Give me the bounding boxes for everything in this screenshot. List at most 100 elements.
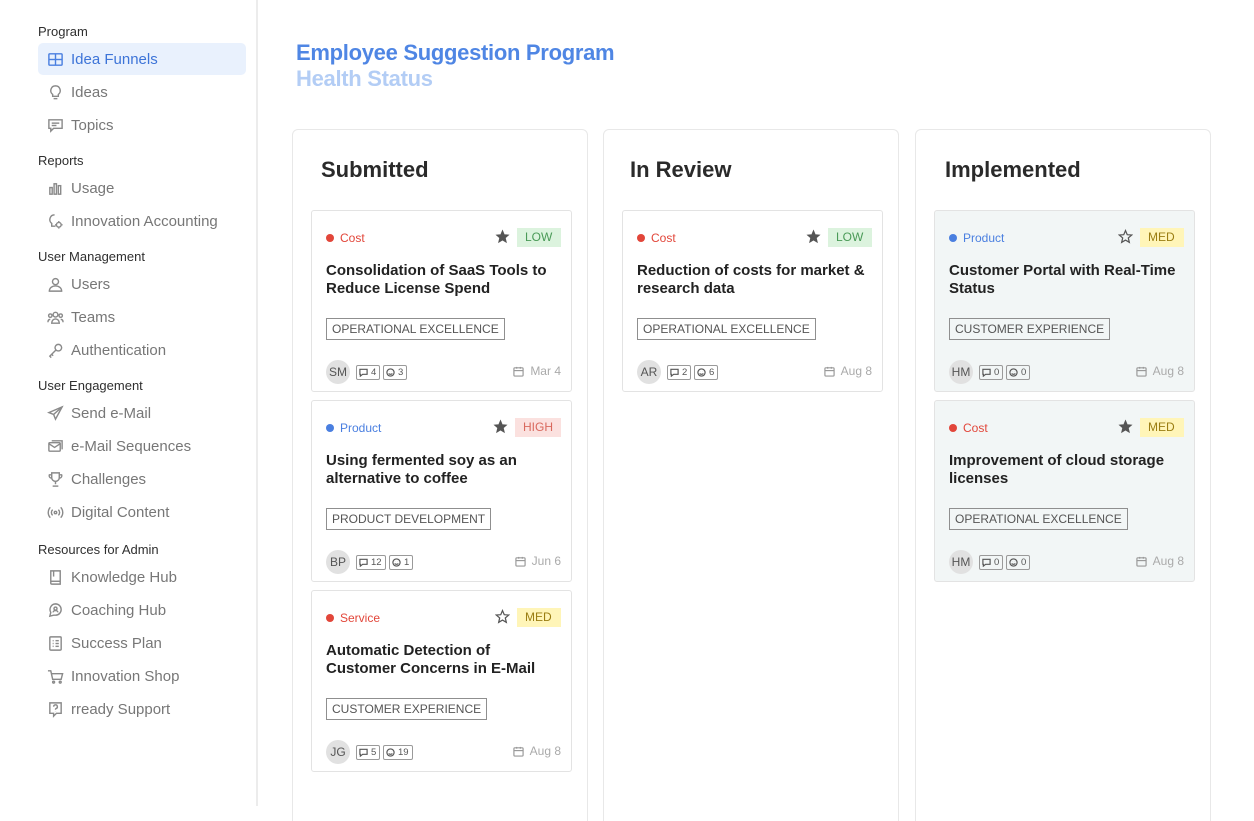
likes-count: 3 xyxy=(398,367,404,378)
category-label: Cost xyxy=(326,231,365,245)
comments-counter[interactable]: 2 xyxy=(667,365,692,380)
idea-title[interactable]: Customer Portal with Real-Time Status xyxy=(949,262,1183,298)
likes-counter[interactable]: 0 xyxy=(1006,365,1031,380)
sidebar-item-teams[interactable]: Teams xyxy=(38,301,246,333)
avatar[interactable]: SM xyxy=(326,360,350,384)
star-filled-icon[interactable] xyxy=(806,229,821,244)
trophy-icon xyxy=(46,470,64,488)
column-title: Submitted xyxy=(321,157,429,182)
sidebar-item-idea-funnels[interactable]: Idea Funnels xyxy=(38,43,246,75)
user-icon xyxy=(46,275,64,293)
likes-counter[interactable]: 19 xyxy=(383,745,413,760)
sidebar-item-label: Coaching Hub xyxy=(71,601,167,619)
smiley-icon xyxy=(386,748,398,757)
comment-icon xyxy=(982,558,994,567)
idea-title[interactable]: Improvement of cloud storage licenses xyxy=(949,452,1183,488)
calendar-icon xyxy=(514,556,532,567)
sidebar-section-resources: Resources for Admin xyxy=(38,542,159,557)
card-footer: BP 12 1 Jun 6 xyxy=(326,550,571,574)
category-label: Cost xyxy=(949,421,988,435)
sidebar-item-label: Topics xyxy=(71,116,114,134)
sidebar-item-rready-support[interactable]: rready Support xyxy=(38,693,246,725)
calendar-icon xyxy=(1135,556,1153,567)
sidebar-item-innovation-shop[interactable]: Innovation Shop xyxy=(38,660,246,692)
card-footer: HM 0 0 Aug 8 xyxy=(949,550,1194,574)
column-submitted: Submitted Cost LOW Consolidation of SaaS… xyxy=(292,129,588,821)
comments-counter[interactable]: 4 xyxy=(356,365,381,380)
idea-card[interactable]: Cost LOW Reduction of costs for market &… xyxy=(622,210,883,392)
column-implemented: Implemented Product MED Customer Portal … xyxy=(915,129,1211,821)
sidebar-item-usage[interactable]: Usage xyxy=(38,172,246,204)
sidebar-item-knowledge-hub[interactable]: Knowledge Hub xyxy=(38,561,246,593)
avatar[interactable]: JG xyxy=(326,740,350,764)
sidebar-item-authentication[interactable]: Authentication xyxy=(38,334,246,366)
column-title: In Review xyxy=(630,157,732,182)
comments-counter[interactable]: 12 xyxy=(356,555,386,570)
likes-counter[interactable]: 1 xyxy=(389,555,414,570)
sidebar-item-challenges[interactable]: Challenges xyxy=(38,463,246,495)
comments-count: 12 xyxy=(371,557,382,568)
users-icon xyxy=(46,308,64,326)
category-text: Product xyxy=(340,421,382,435)
topic-tag[interactable]: CUSTOMER EXPERIENCE xyxy=(326,698,488,720)
idea-card[interactable]: Service MED Automatic Detection of Custo… xyxy=(311,590,572,772)
comments-counter[interactable]: 0 xyxy=(979,365,1004,380)
priority-badge: MED xyxy=(1140,228,1184,247)
lightbulb-icon xyxy=(46,83,64,101)
topic-tag[interactable]: OPERATIONAL EXCELLENCE xyxy=(949,508,1128,530)
sidebar-item-digital-content[interactable]: Digital Content xyxy=(38,496,246,528)
topic-tag[interactable]: PRODUCT DEVELOPMENT xyxy=(326,508,492,530)
star-filled-icon[interactable] xyxy=(495,229,510,244)
star-filled-icon[interactable] xyxy=(493,419,508,434)
comments-counter[interactable]: 5 xyxy=(356,745,381,760)
idea-card[interactable]: Product MED Customer Portal with Real-Ti… xyxy=(934,210,1195,392)
card-footer: HM 0 0 Aug 8 xyxy=(949,360,1194,384)
star-outline-icon[interactable] xyxy=(494,608,511,624)
idea-card[interactable]: Product HIGH Using fermented soy as an a… xyxy=(311,400,572,582)
sidebar-item-topics[interactable]: Topics xyxy=(38,109,246,141)
key-icon xyxy=(46,341,64,359)
idea-title[interactable]: Automatic Detection of Customer Concerns… xyxy=(326,642,560,678)
topic-tag[interactable]: CUSTOMER EXPERIENCE xyxy=(949,318,1111,340)
topic-tag[interactable]: OPERATIONAL EXCELLENCE xyxy=(637,318,816,340)
sidebar-item-coaching-hub[interactable]: Coaching Hub xyxy=(38,594,246,626)
idea-card[interactable]: Cost LOW Consolidation of SaaS Tools to … xyxy=(311,210,572,392)
date-label: Mar 4 xyxy=(513,364,561,378)
avatar[interactable]: HM xyxy=(949,550,973,574)
mail-sequence-icon xyxy=(46,437,64,455)
coaching-icon xyxy=(46,601,64,619)
comments-count: 0 xyxy=(994,557,1000,568)
idea-card[interactable]: Cost MED Improvement of cloud storage li… xyxy=(934,400,1195,582)
star-outline-icon[interactable] xyxy=(1117,228,1134,244)
sidebar-item-send-email[interactable]: Send e-Mail xyxy=(38,397,246,429)
idea-title[interactable]: Consolidation of SaaS Tools to Reduce Li… xyxy=(326,262,560,298)
likes-counter[interactable]: 6 xyxy=(694,365,719,380)
topic-tag[interactable]: OPERATIONAL EXCELLENCE xyxy=(326,318,505,340)
card-footer: JG 5 19 Aug 8 xyxy=(326,740,571,764)
likes-counter[interactable]: 3 xyxy=(383,365,408,380)
star-filled-icon[interactable] xyxy=(1118,419,1133,434)
comment-icon xyxy=(982,368,994,377)
date-text: Aug 8 xyxy=(1152,364,1184,378)
sidebar-item-email-sequences[interactable]: e-Mail Sequences xyxy=(38,430,246,462)
idea-title[interactable]: Using fermented soy as an alternative to… xyxy=(326,452,560,488)
sidebar-item-label: Challenges xyxy=(71,470,147,488)
comments-count: 0 xyxy=(994,367,1000,378)
likes-counter[interactable]: 0 xyxy=(1006,555,1031,570)
avatar[interactable]: BP xyxy=(326,550,350,574)
sidebar-item-users[interactable]: Users xyxy=(38,268,246,300)
priority-badge: LOW xyxy=(828,228,872,247)
sidebar-item-success-plan[interactable]: Success Plan xyxy=(38,627,246,659)
help-icon xyxy=(46,700,64,718)
comment-icon xyxy=(670,368,682,377)
comments-counter[interactable]: 0 xyxy=(979,555,1004,570)
sidebar-item-label: Innovation Shop xyxy=(71,667,180,685)
avatar[interactable]: HM xyxy=(949,360,973,384)
sidebar-item-innovation-accounting[interactable]: Innovation Accounting xyxy=(38,205,246,237)
avatar[interactable]: AR xyxy=(637,360,661,384)
sidebar-item-ideas[interactable]: Ideas xyxy=(38,76,246,108)
broadcast-icon xyxy=(46,503,64,521)
sidebar-section-program: Program xyxy=(38,24,88,39)
idea-title[interactable]: Reduction of costs for market & research… xyxy=(637,262,871,298)
sidebar-section-user-management: User Management xyxy=(38,249,145,264)
